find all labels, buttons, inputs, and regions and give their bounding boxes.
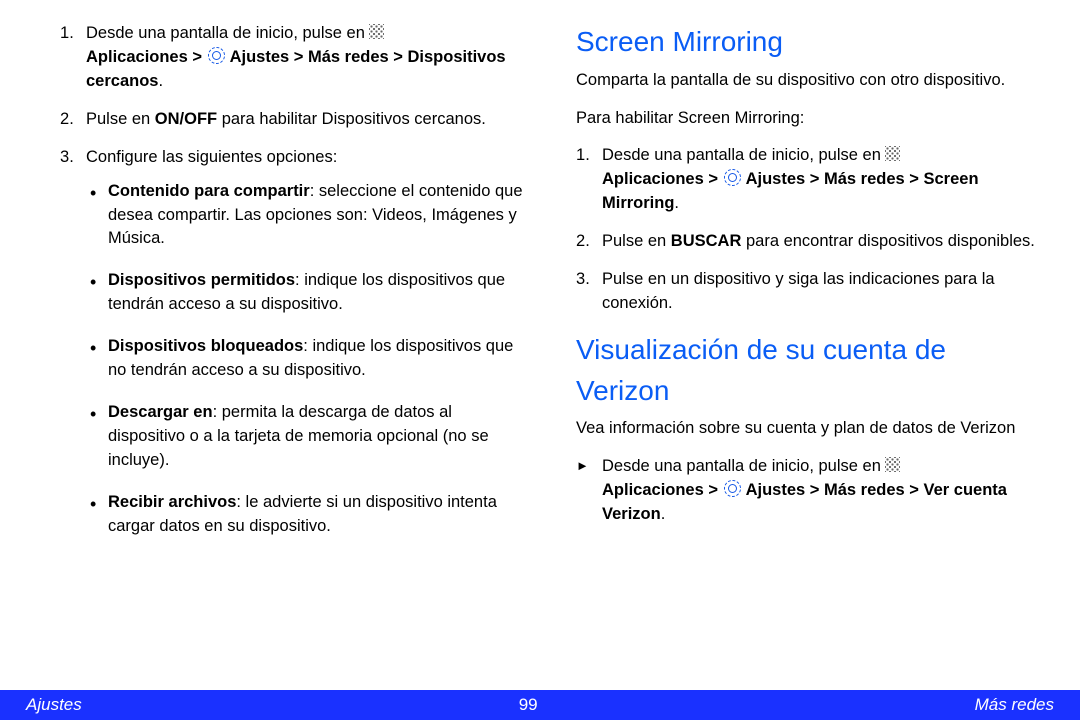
step-text: Desde una pantalla de inicio, pulse en [602,146,885,164]
gear-icon [724,480,741,497]
step-text: Pulse en [602,232,671,250]
left-step-1: Desde una pantalla de inicio, pulse en A… [60,22,528,94]
list-item: Contenido para compartir: seleccione el … [86,180,528,252]
section-intro: Comparta la pantalla de su dispositivo c… [576,69,1044,93]
step-text: . [674,194,679,212]
section-heading-verizon: Visualización de su cuenta de Verizon [576,330,1044,411]
step-text: para habilitar Dispositivos cercanos. [217,110,486,128]
page-footer: Ajustes 99 Más redes [0,690,1080,720]
onoff-label: ON/OFF [155,110,217,128]
footer-right: Más redes [975,695,1054,715]
right-step-3: Pulse en un dispositivo y siga las indic… [576,268,1044,316]
right-arrow-list: Desde una pantalla de inicio, pulse en A… [576,455,1044,527]
page-number: 99 [519,695,538,715]
list-item: Dispositivos permitidos: indique los dis… [86,269,528,317]
buscar-label: BUSCAR [671,232,742,250]
gear-icon [208,47,225,64]
section-heading-screen-mirroring: Screen Mirroring [576,22,1044,63]
right-column: Screen Mirroring Comparta la pantalla de… [576,22,1044,680]
left-bullets: Contenido para compartir: seleccione el … [86,180,528,539]
apps-grid-icon [885,146,900,161]
right-step-1: Desde una pantalla de inicio, pulse en A… [576,144,1044,216]
page-body: Desde una pantalla de inicio, pulse en A… [0,0,1080,690]
left-step-2: Pulse en ON/OFF para habilitar Dispositi… [60,108,528,132]
list-item: Descargar en: permita la descarga de dat… [86,401,528,473]
step-text: para encontrar dispositivos disponibles. [741,232,1035,250]
right-ordered-list-1: Desde una pantalla de inicio, pulse en A… [576,144,1044,316]
right-arrow-step: Desde una pantalla de inicio, pulse en A… [576,455,1044,527]
step-text: . [661,505,666,523]
gear-icon [724,169,741,186]
nav-path: Aplicaciones > Ajustes > Más redes > Scr… [602,170,979,212]
step-text: Configure las siguientes opciones: [86,148,337,166]
step-text: Desde una pantalla de inicio, pulse en [86,24,369,42]
apps-grid-icon [369,24,384,39]
step-text: . [158,72,163,90]
right-step-2: Pulse en BUSCAR para encontrar dispositi… [576,230,1044,254]
left-step-3: Configure las siguientes opciones: Conte… [60,146,528,539]
nav-path: Aplicaciones > Ajustes > Más redes > Dis… [86,48,506,90]
step-text: Desde una pantalla de inicio, pulse en [602,457,885,475]
apps-grid-icon [885,457,900,472]
list-item: Recibir archivos: le advierte si un disp… [86,491,528,539]
list-item: Dispositivos bloqueados: indique los dis… [86,335,528,383]
section-intro: Vea información sobre su cuenta y plan d… [576,417,1044,441]
footer-left: Ajustes [26,695,82,715]
step-text: Pulse en un dispositivo y siga las indic… [602,270,995,312]
left-column: Desde una pantalla de inicio, pulse en A… [60,22,528,680]
left-ordered-list: Desde una pantalla de inicio, pulse en A… [60,22,528,539]
section-lead: Para habilitar Screen Mirroring: [576,107,1044,131]
step-text: Pulse en [86,110,155,128]
